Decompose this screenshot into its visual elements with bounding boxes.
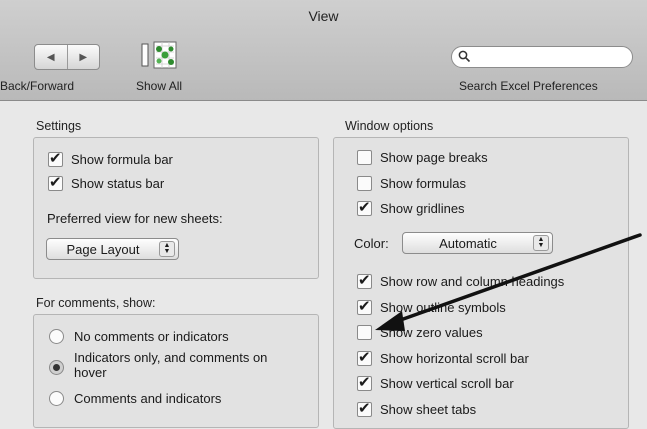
annotation-arrow: [375, 233, 642, 331]
